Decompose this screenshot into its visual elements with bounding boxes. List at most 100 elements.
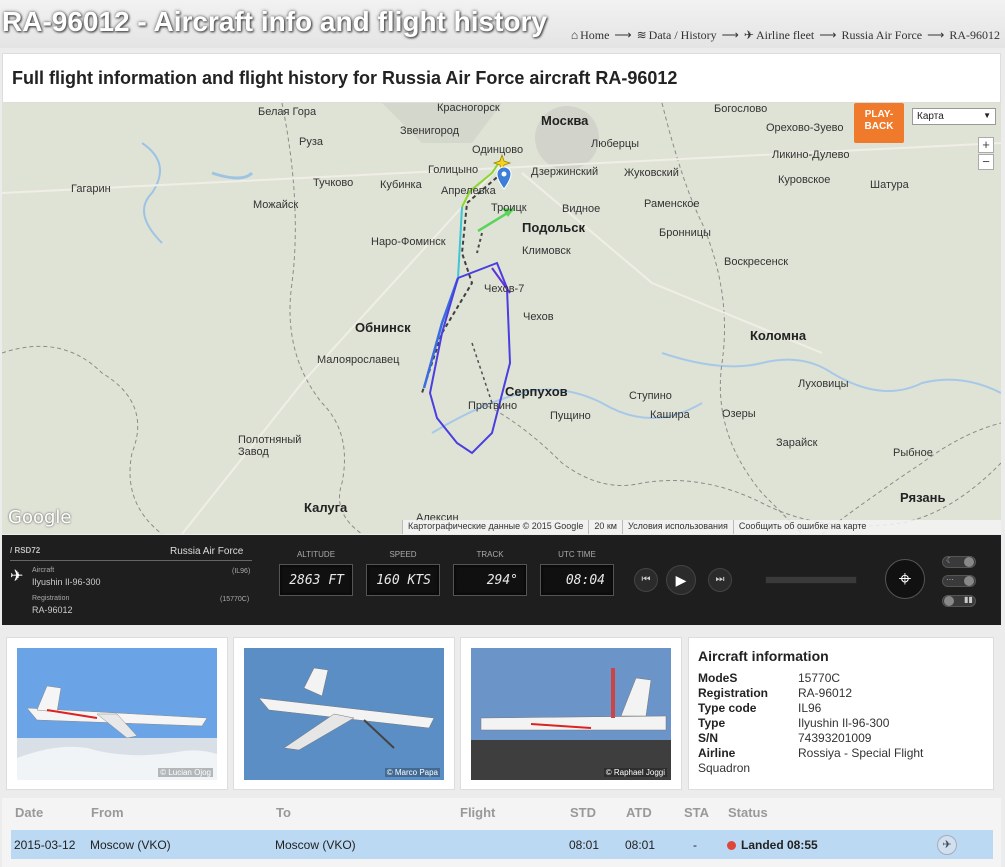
google-logo: Google [8,507,72,528]
night-mode-toggle[interactable]: ☾ [942,556,976,568]
database-icon: ≋ [636,28,647,42]
playback-progress-bar[interactable] [765,576,857,584]
playback-button[interactable]: PLAY- BACK [854,103,904,143]
moon-icon: ☾ [946,556,954,565]
map-attribution: Картографические данные © 2015 Google 20… [402,520,1001,534]
cell-std: 08:01 [569,838,600,852]
page-subtitle: Full flight information and flight histo… [12,68,678,88]
info-extra: Squadron [698,761,751,775]
flight-map[interactable]: Красногорск Москва Богослово Белая Гора … [2,103,1001,534]
info-value: RA-96012 [798,686,853,700]
speed-label: SPEED [389,550,417,559]
map-label: Одинцово [472,144,524,156]
zoom-out-button[interactable]: − [978,154,994,170]
breadcrumb-airline[interactable]: Russia Air Force [841,28,922,42]
status-text: Landed 08:55 [741,838,818,852]
plane-icon: ✈ [942,839,952,851]
page-title: RA-96012 - Aircraft info and flight hist… [2,6,548,37]
map-label: Кубинка [380,179,422,191]
map-label: Чехов-7 [484,283,525,295]
breadcrumb: ⌂ Home ⟶ ≋ Data / History ⟶ ✈ Airline fleet… [570,28,1001,43]
rewind-button[interactable]: ⏮ [634,568,658,592]
fast-forward-icon: ⏭ [715,574,725,585]
center-map-button[interactable]: ⌖ [885,559,925,599]
breadcrumb-airline-fleet[interactable]: Airline fleet [756,28,814,42]
photo-card[interactable]: © Lucian Ojog [6,637,228,790]
map-label: Пущино [550,410,591,422]
chevron-down-icon: ▼ [983,111,991,120]
plane-icon: ✈ [743,28,754,42]
info-key: ModeS [698,671,738,685]
trail-toggle[interactable]: ⋯ [942,575,976,587]
map-label: Озеры [722,408,756,420]
map-label: Жуковский [624,167,679,179]
track-readout: 294° [453,564,527,596]
map-label: Наро-Фоминск [371,236,446,248]
map-label: Чехов [523,311,554,323]
info-row-sn: S/N 74393201009 [698,731,984,746]
breadcrumb-data-history[interactable]: Data / History [649,28,717,42]
aircraft-photo[interactable]: © Marco Papa [244,648,444,780]
map-label: Видное [562,203,601,215]
cell-status: Landed 08:55 [727,838,818,852]
zoom-in-button[interactable]: + [978,137,994,153]
aircraft-photo[interactable]: © Lucian Ojog [17,648,217,780]
report-error-link[interactable]: Сообщить об ошибке на карте [732,520,871,534]
info-value[interactable]: Rossiya - Special Flight [798,746,984,761]
map-label: Полотняный Завод [238,434,302,458]
map-label: Климовск [522,245,571,257]
photo-card[interactable]: © Raphael Joggi [460,637,682,790]
info-row-type: Type Ilyushin Il-96-300 [698,716,984,731]
stats-toggle[interactable]: ▮▮ [942,595,976,607]
map-label: Луховицы [798,378,849,390]
map-label: Дзержинский [531,166,599,178]
utc-time-label: UTC TIME [558,550,596,559]
map-label: Троицк [491,202,527,214]
plane-icon: ✈ [10,568,24,585]
registration-code: (15770C) [220,596,250,603]
map-label: Раменское [644,198,700,210]
cell-from[interactable]: Moscow (VKO) [90,838,171,852]
play-flight-button[interactable]: ✈ [937,835,957,855]
map-label: Куровское [778,174,831,186]
info-row-modes: ModeS 15770C [698,671,984,686]
map-label: Протвино [468,400,518,412]
map-label: Руза [299,136,323,148]
breadcrumb-home[interactable]: Home [580,28,609,42]
map-type-select[interactable]: Карта ▼ [912,108,996,125]
photo-card[interactable]: © Marco Papa [233,637,455,790]
arrow-icon: ⟶ [721,28,739,42]
map-label: Белая Гора [258,106,317,118]
map-label: Звенигород [400,125,460,137]
map-label: Гагарин [71,183,111,195]
map-label: Москва [541,113,589,128]
map-label: Кашира [650,409,690,421]
column-header: Flight [460,805,496,820]
column-header: STD [570,805,596,820]
map-label: Ступино [629,390,672,402]
aircraft-photo[interactable]: © Raphael Joggi [471,648,671,780]
play-button[interactable]: ▶ [666,565,696,595]
map-label: Орехово-Зуево [766,122,844,134]
callsign: / RSD72 [10,546,41,555]
play-icon: ▶ [675,572,687,588]
aircraft-value: Ilyushin Il-96-300 [32,577,101,587]
fast-forward-button[interactable]: ⏭ [708,568,732,592]
terms-link[interactable]: Условия использования [621,520,733,534]
arrow-icon: ⟶ [819,28,837,42]
divider [10,560,252,561]
airline-name: Russia Air Force [170,546,244,557]
cell-atd: 08:01 [625,838,656,852]
flight-panel: / RSD72 Russia Air Force ✈ Aircraft Ilyu… [2,535,1001,625]
cell-to[interactable]: Moscow (VKO) [275,838,356,852]
info-key: Type code [698,701,757,715]
bar-chart-icon: ▮▮ [964,595,973,604]
info-value: 15770C [798,671,841,685]
map-scale: 20 км [588,520,622,534]
aircraft-info-title: Aircraft information [698,648,829,664]
home-icon: ⌂ [570,28,579,42]
photo-credit: © Raphael Joggi [603,768,667,777]
table-row[interactable]: 2015-03-12 Moscow (VKO) Moscow (VKO) 08:… [11,830,993,859]
map-label: Калуга [304,500,348,515]
map-label: Рыбное [893,447,933,459]
